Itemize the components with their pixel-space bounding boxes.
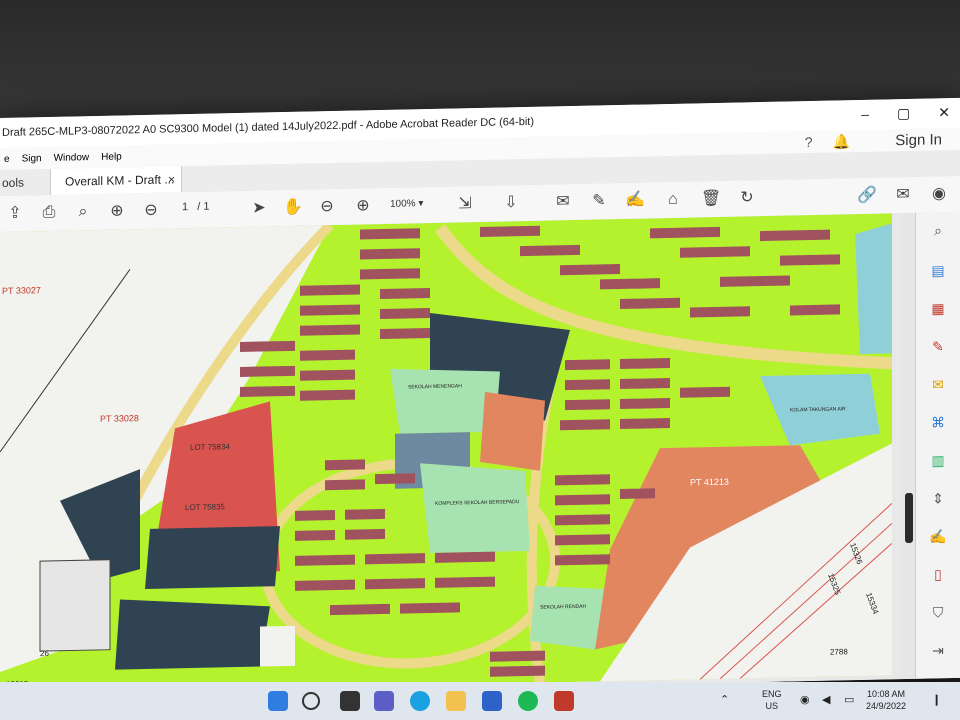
label-pt41213: PT 41213	[690, 477, 729, 488]
tray-arrow-icon[interactable]: ⌃	[720, 694, 729, 706]
mail-icon[interactable]: ✉	[892, 184, 914, 206]
search-taskbar-icon[interactable]	[302, 692, 320, 710]
comment-pane-icon[interactable]: ✉	[928, 374, 948, 394]
store-icon[interactable]	[482, 691, 502, 711]
edit-pdf-icon[interactable]: ✎	[928, 336, 948, 356]
label-26: 26	[40, 649, 49, 658]
kompleks-block	[420, 463, 530, 553]
volume-icon[interactable]: ◀	[822, 694, 830, 706]
page-current[interactable]: 1	[182, 201, 188, 213]
acrobat-icon[interactable]	[554, 691, 574, 711]
label-pt33028: PT 33028	[100, 413, 139, 424]
organize-pages-icon[interactable]: ▦	[928, 298, 948, 318]
upload-icon[interactable]: ⇪	[4, 202, 26, 224]
menu-help[interactable]: Help	[101, 151, 122, 162]
scrollbar-thumb[interactable]	[905, 492, 913, 544]
export-pdf-icon[interactable]: ▤	[928, 260, 948, 280]
right-tools-pane: ⌕ ▤ ▦ ✎ ✉ ⌘ ▥ ⇕ ✍ ▯ ⛉ ⇥	[915, 211, 960, 679]
print-icon[interactable]: ⎙	[38, 202, 60, 224]
protect-icon[interactable]: ⛉	[928, 602, 948, 622]
spotify-icon[interactable]	[518, 691, 538, 711]
zoom-out-icon[interactable]: ⊖	[316, 196, 338, 218]
lang-top: ENG	[762, 689, 782, 699]
clock-time: 10:08 AM	[867, 689, 906, 699]
prev-page-icon[interactable]: ⊕	[106, 200, 128, 222]
bell-icon[interactable]: 🔔	[833, 133, 850, 150]
highlight-pen-icon[interactable]: ✎	[588, 190, 610, 212]
label-kolam: KOLAM TAKUNGAN AIR	[790, 406, 846, 413]
page-separator: /	[197, 200, 201, 213]
wifi-icon[interactable]: ◉	[800, 694, 810, 706]
close-button[interactable]: ✕	[938, 104, 950, 121]
select-arrow-icon[interactable]: ➤	[248, 197, 270, 219]
edge-icon[interactable]	[410, 691, 430, 711]
delete-icon[interactable]: 🗑	[700, 188, 722, 210]
label-2788: 2788	[830, 647, 848, 656]
clock-date: 24/9/2022	[866, 701, 907, 711]
small-white-lot	[260, 625, 295, 667]
search-icon[interactable]: ⌕	[928, 220, 948, 240]
page-indicator[interactable]: 1 / 1	[182, 201, 210, 214]
fill-sign-icon[interactable]: ✍	[928, 526, 948, 546]
water-strip	[855, 223, 892, 354]
lang-bottom: US	[765, 701, 779, 711]
compress-icon[interactable]: ⇕	[928, 488, 948, 508]
stamp-icon[interactable]: ⌂	[662, 189, 684, 211]
scroll-mode-icon[interactable]: ⇩	[500, 192, 522, 214]
site-plan-map: PT 33027 PT 33028 LOT 75834 LOT 75835 PT…	[0, 213, 892, 694]
file-explorer-icon[interactable]	[446, 691, 466, 711]
link-icon[interactable]: 🔗	[856, 185, 878, 207]
tab-document[interactable]: Overall KM - Draft ... ×	[50, 166, 182, 195]
label-lot1: LOT 75834	[190, 442, 230, 452]
menu-edit[interactable]: e	[4, 153, 10, 164]
tab-document-label: Overall KM - Draft ...	[65, 172, 175, 189]
projected-screen: Draft 265C-MLP3-08072022 A0 SC9300 Model…	[0, 97, 960, 698]
salmon-block-small	[480, 391, 545, 471]
label-sekolah-rendah: SEKOLAH RENDAH	[540, 604, 587, 611]
menu-window[interactable]: Window	[54, 152, 90, 164]
teams-icon[interactable]	[374, 691, 394, 711]
tab-close-icon[interactable]: ×	[168, 166, 175, 192]
vertical-scrollbar[interactable]	[902, 212, 916, 680]
top-icons: ? 🔔	[805, 133, 850, 151]
battery-icon[interactable]: ▭	[844, 694, 854, 706]
window-title: Draft 265C-MLP3-08072022 A0 SC9300 Model…	[2, 115, 534, 139]
southwest-building	[39, 559, 111, 652]
windows-taskbar: ⌃ ENG US ◉ ◀ ▭ 10:08 AM 24/9/2022 ❙	[0, 682, 960, 720]
notification-icon[interactable]: ❙	[932, 694, 941, 706]
zoom-value: 100%	[390, 198, 416, 210]
hand-icon[interactable]: ✋	[282, 197, 304, 219]
document-icon[interactable]: ▯	[928, 564, 948, 584]
rotate-icon[interactable]: ↻	[736, 187, 758, 209]
language-indicator[interactable]: ENG US	[762, 688, 782, 712]
zoom-in-icon[interactable]: ⊕	[352, 195, 374, 217]
tab-tools[interactable]: ools	[0, 169, 52, 196]
clock[interactable]: 10:08 AM 24/9/2022	[866, 688, 906, 712]
help-icon[interactable]: ?	[805, 133, 813, 150]
navy-block-west	[145, 526, 280, 589]
collapse-pane-icon[interactable]: ⇥	[928, 640, 948, 660]
page-total: 1	[203, 200, 210, 213]
comment-icon[interactable]: ✉	[552, 191, 574, 213]
minimize-button[interactable]: –	[861, 106, 869, 123]
label-pt33027: PT 33027	[2, 285, 41, 296]
start-icon[interactable]	[268, 691, 288, 711]
fit-page-icon[interactable]: ⇲	[454, 193, 476, 215]
account-icon[interactable]: ◉	[928, 183, 950, 205]
spreadsheet-icon[interactable]: ▥	[928, 450, 948, 470]
menu-sign[interactable]: Sign	[22, 153, 42, 164]
zoom-select[interactable]: 100% ▾	[390, 198, 423, 210]
restore-button[interactable]: ▢	[897, 105, 910, 122]
window-controls: – ▢ ✕	[861, 104, 950, 123]
task-view-icon[interactable]	[340, 691, 360, 711]
next-page-icon[interactable]: ⊖	[140, 200, 162, 222]
translate-icon[interactable]: ⌘	[928, 412, 948, 432]
sign-in-button[interactable]: Sign In	[895, 131, 942, 149]
document-view[interactable]: PT 33027 PT 33028 LOT 75834 LOT 75835 PT…	[0, 213, 902, 698]
navy-block-southwest	[115, 599, 270, 670]
draw-icon[interactable]: ✍	[624, 189, 646, 211]
label-sekolah-menengah: SEKOLAH MENENGAH	[408, 383, 462, 390]
label-lot2: LOT 75835	[185, 502, 225, 512]
zoom-search-icon[interactable]: ⌕	[72, 201, 94, 223]
